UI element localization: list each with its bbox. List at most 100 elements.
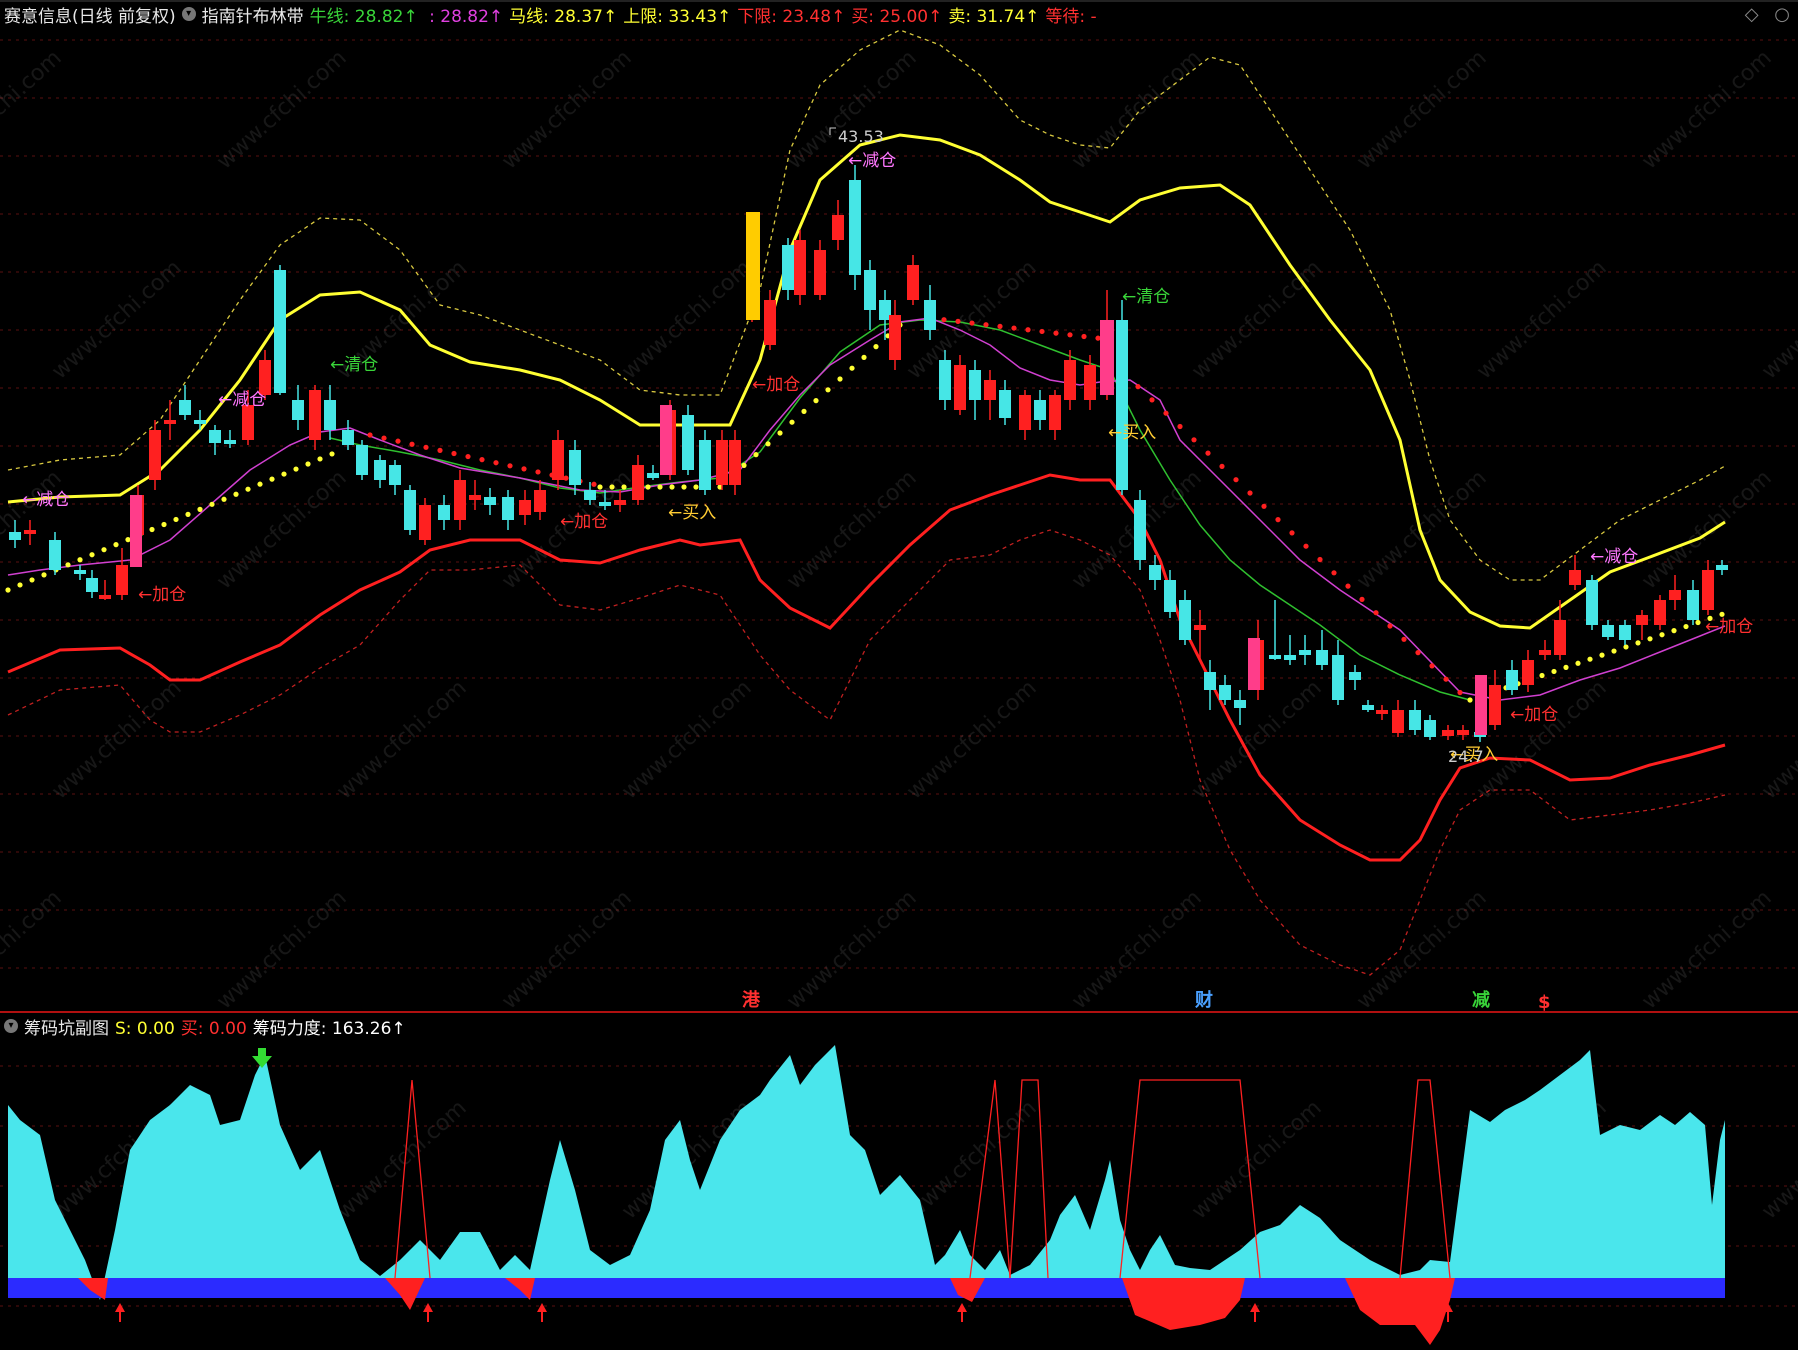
dot: [1219, 463, 1225, 469]
kline-chart[interactable]: www.cfchi.com www.cfchi.com www.cfchi.com w…: [0, 0, 1798, 1350]
dot: [173, 516, 179, 523]
chip-pit: [1345, 1278, 1455, 1345]
signal-label: ←买入: [1108, 423, 1156, 443]
value-field: 买: 25.00↑: [851, 6, 943, 27]
watermark-text: www.cfchi.com: [617, 256, 756, 385]
signal-label: ←加仓: [752, 375, 800, 395]
down-candle: [969, 370, 981, 400]
down-candle: [1506, 670, 1518, 690]
down-candle: [374, 460, 386, 480]
dot: [1025, 327, 1031, 333]
down-candle: [194, 420, 206, 424]
down-candle: [1424, 720, 1436, 737]
up-candle: [716, 440, 728, 485]
down-candle: [569, 450, 581, 485]
up-candle: [907, 265, 919, 300]
diamond-icon[interactable]: ◇: [1745, 4, 1759, 25]
down-candle: [584, 490, 596, 500]
up-candle: [764, 300, 776, 345]
dot: [1659, 632, 1665, 638]
signal-label: ←减仓: [848, 151, 896, 171]
watermark-text: www.cfchi.com: [0, 886, 67, 1015]
watermark-text: www.cfchi.com: [902, 1096, 1041, 1225]
dot: [197, 506, 203, 512]
down-candle: [1269, 655, 1281, 659]
watermark-text: www.cfchi.com: [1757, 256, 1798, 385]
signal-labels: ←减仓←加仓←减仓←清仓←加仓 ←买入←加仓←减仓←清仓←买入←加仓←买入←减仓←…: [22, 151, 1753, 765]
up-candle: [552, 440, 564, 480]
dot: [1205, 450, 1211, 456]
dot: [681, 484, 687, 490]
dot: [1575, 660, 1581, 666]
value-field: 买: 0.00: [180, 1018, 247, 1039]
dot: [423, 444, 429, 450]
down-candle: [1134, 500, 1146, 560]
up-candle: [614, 500, 626, 505]
highlight-candle: [746, 212, 760, 320]
dot: [1611, 648, 1617, 654]
up-candle: [242, 405, 254, 440]
mid-band-line: [329, 319, 1471, 701]
up-candle: [1084, 365, 1096, 400]
dot: [1429, 663, 1435, 669]
down-candle: [1332, 655, 1344, 700]
dot: [1415, 650, 1421, 656]
stock-title[interactable]: 赛意信息(日线 前复权): [4, 2, 176, 27]
dot: [969, 320, 975, 326]
dot: [997, 323, 1003, 329]
watermark-text: www.cfchi.com: [212, 46, 351, 175]
dot: [941, 317, 947, 323]
down-candle: [864, 270, 876, 310]
down-candle: [274, 270, 286, 393]
dot: [185, 511, 191, 517]
down-candle: [502, 497, 514, 520]
dot: [563, 475, 569, 481]
ring-icon[interactable]: ○: [1774, 4, 1790, 25]
dot: [245, 486, 251, 492]
sub-indicator-name[interactable]: 筹码坑副图: [24, 1014, 109, 1039]
down-candle: [1149, 565, 1161, 580]
up-candle: [632, 465, 644, 500]
dot: [521, 466, 527, 472]
sub-indicator-toggle-icon[interactable]: ▾: [4, 1019, 18, 1033]
dot: [861, 354, 867, 360]
dot: [645, 484, 651, 490]
up-candle: [519, 500, 531, 515]
down-candle: [224, 440, 236, 444]
dot: [317, 456, 323, 462]
dot: [621, 484, 627, 490]
down-candle: [1349, 672, 1361, 680]
value-field: 牛线: 28.82↑: [309, 6, 418, 27]
value-field: 筹码力度: 163.26↑: [252, 1018, 406, 1039]
main-indicator-header: 赛意信息(日线 前复权) ▾ 指南针布林带 牛线: 28.82↑ : 28.82…: [4, 2, 1109, 27]
value-field: 马线: 28.37↑: [509, 6, 618, 27]
up-candle: [1376, 710, 1388, 714]
dot: [1233, 477, 1239, 483]
down-candle: [9, 532, 21, 540]
indicator-toggle-icon[interactable]: ▾: [181, 7, 196, 21]
event-marker: 财: [1195, 989, 1213, 1011]
down-candle: [1234, 700, 1246, 708]
watermark-text: www.cfchi.com: [1187, 676, 1326, 805]
base-bar: [8, 1278, 1725, 1298]
dot: [1345, 583, 1351, 589]
watermark-text: www.cfchi.com: [1067, 886, 1206, 1015]
value-field: 上限: 33.43↑: [623, 6, 732, 27]
up-candle: [984, 380, 996, 400]
dot: [1067, 332, 1073, 338]
up-candle: [1554, 620, 1566, 655]
indicator-name[interactable]: 指南针布林带: [202, 2, 304, 27]
dot: [29, 577, 35, 583]
up-candle: [889, 315, 901, 360]
signal-label: ←减仓: [22, 490, 70, 510]
watermark-text: www.cfchi.com: [0, 46, 67, 175]
watermark-text: www.cfchi.com: [1757, 676, 1798, 805]
dot: [305, 461, 311, 467]
event-marker: $: [1538, 992, 1551, 1013]
price-extreme-label: 43.53: [838, 127, 884, 146]
down-candle: [209, 430, 221, 443]
dot: [801, 408, 807, 414]
up-candle: [1702, 570, 1714, 610]
down-candle: [1116, 320, 1128, 490]
down-candle: [999, 390, 1011, 418]
